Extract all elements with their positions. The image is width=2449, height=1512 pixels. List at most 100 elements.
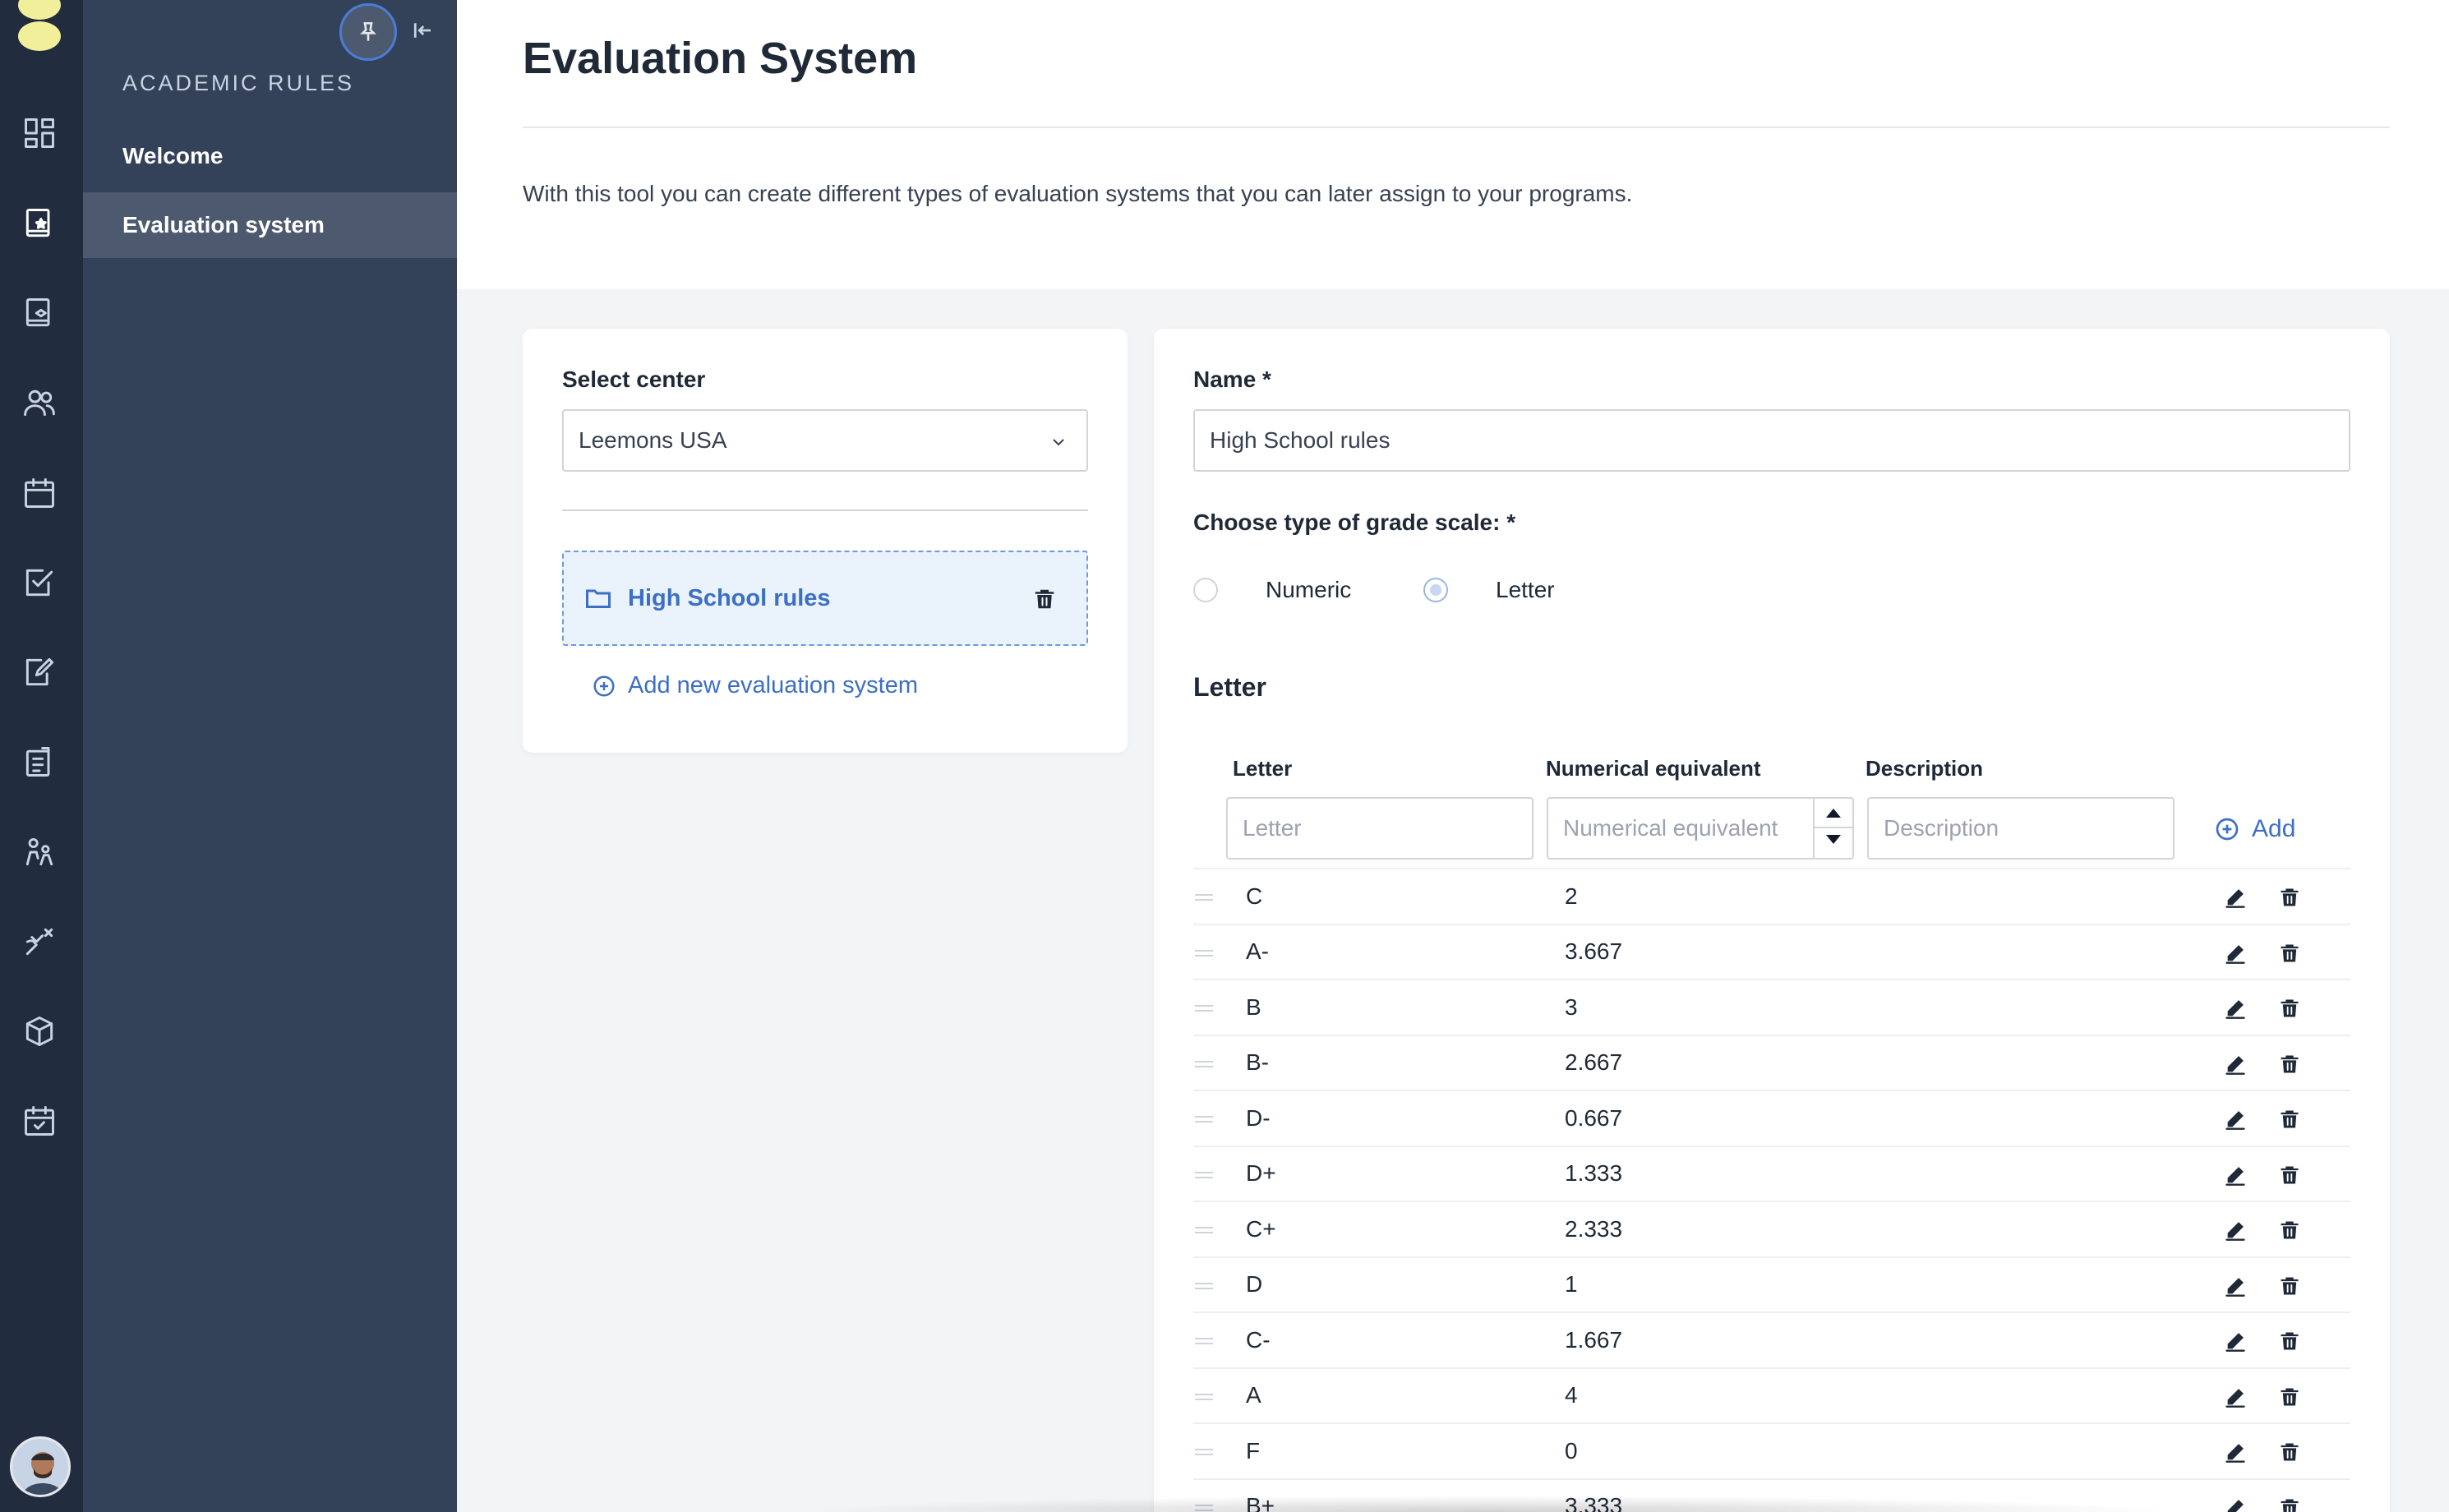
grade-letter: B bbox=[1246, 993, 1261, 1020]
trash-icon[interactable] bbox=[2278, 1108, 2301, 1131]
assignments-icon[interactable] bbox=[18, 651, 61, 694]
stepper-up-icon[interactable] bbox=[1826, 809, 1841, 818]
evaluation-form-card: Name * High School rules Choose type of … bbox=[1154, 329, 2390, 1512]
trash-icon[interactable] bbox=[2278, 886, 2301, 909]
grade-numeric: 2.667 bbox=[1565, 1049, 1623, 1076]
packages-icon[interactable] bbox=[18, 1010, 61, 1053]
edit-icon[interactable] bbox=[2224, 997, 2247, 1020]
calendar-icon[interactable] bbox=[18, 472, 61, 514]
grade-numeric: 3 bbox=[1565, 993, 1578, 1020]
grade-letter: D bbox=[1246, 1271, 1263, 1298]
drag-handle-icon[interactable] bbox=[1195, 1171, 1213, 1178]
radio-letter[interactable]: Letter bbox=[1423, 577, 1555, 603]
grade-letter: B- bbox=[1246, 1049, 1269, 1076]
grade-letter: C+ bbox=[1246, 1215, 1276, 1242]
name-input[interactable]: High School rules bbox=[1193, 409, 2350, 472]
table-row: D+ 1.333 bbox=[1193, 1145, 2350, 1201]
edit-icon[interactable] bbox=[2224, 1275, 2247, 1298]
table-row: C+ 2.333 bbox=[1193, 1201, 2350, 1256]
dashboard-icon[interactable] bbox=[18, 112, 61, 154]
edit-icon[interactable] bbox=[2224, 1330, 2247, 1353]
user-avatar[interactable] bbox=[10, 1436, 71, 1497]
drag-handle-icon[interactable] bbox=[1195, 1060, 1213, 1067]
table-row: A 4 bbox=[1193, 1367, 2350, 1423]
numerical-equivalent-input[interactable]: Numerical equivalent bbox=[1547, 797, 1854, 860]
drag-handle-icon[interactable] bbox=[1195, 1449, 1213, 1455]
edit-icon[interactable] bbox=[2224, 1108, 2247, 1131]
academic-rules-icon[interactable] bbox=[18, 202, 61, 245]
drag-handle-icon[interactable] bbox=[1195, 1338, 1213, 1344]
trash-icon[interactable] bbox=[2278, 1275, 2301, 1298]
grade-numeric: 4 bbox=[1565, 1382, 1578, 1408]
grade-numeric: 3.667 bbox=[1565, 938, 1623, 965]
trash-icon[interactable] bbox=[2278, 1164, 2301, 1187]
edit-icon[interactable] bbox=[2224, 1441, 2247, 1464]
header-divider bbox=[523, 127, 2390, 128]
table-row: C 2 bbox=[1193, 868, 2350, 924]
tasks-icon[interactable] bbox=[18, 561, 61, 604]
edit-icon[interactable] bbox=[2224, 886, 2247, 909]
drag-handle-icon[interactable] bbox=[1195, 1227, 1213, 1233]
edit-icon[interactable] bbox=[2224, 942, 2247, 965]
subnav-item-evaluation-system[interactable]: Evaluation system bbox=[83, 192, 457, 258]
evaluation-system-item[interactable]: High School rules bbox=[562, 551, 1088, 646]
edit-icon[interactable] bbox=[2224, 1219, 2247, 1242]
trash-icon[interactable] bbox=[1032, 587, 1057, 611]
trash-icon[interactable] bbox=[2278, 1385, 2301, 1408]
evaluation-system-name: High School rules bbox=[628, 585, 831, 611]
drag-handle-icon[interactable] bbox=[1195, 1282, 1213, 1289]
radio-numeric[interactable]: Numeric bbox=[1193, 577, 1351, 603]
edit-icon[interactable] bbox=[2224, 1496, 2247, 1512]
trash-icon[interactable] bbox=[2278, 1441, 2301, 1464]
trash-icon[interactable] bbox=[2278, 1330, 2301, 1353]
tools-icon[interactable] bbox=[18, 920, 61, 963]
trash-icon[interactable] bbox=[2278, 997, 2301, 1020]
page-header: Evaluation System With this tool you can… bbox=[457, 0, 2449, 289]
trash-icon[interactable] bbox=[2278, 942, 2301, 965]
grade-numeric: 1.667 bbox=[1565, 1326, 1623, 1353]
page-title: Evaluation System bbox=[523, 34, 918, 83]
folder-icon bbox=[583, 583, 613, 613]
app-logo[interactable] bbox=[18, 0, 61, 51]
edit-icon[interactable] bbox=[2224, 1164, 2247, 1187]
column-header-description: Description bbox=[1866, 756, 1984, 781]
families-icon[interactable] bbox=[18, 831, 61, 874]
drag-handle-icon[interactable] bbox=[1195, 1116, 1213, 1122]
drag-handle-icon[interactable] bbox=[1195, 949, 1213, 957]
collapse-sidebar-button[interactable] bbox=[408, 16, 436, 44]
trash-icon[interactable] bbox=[2278, 1496, 2301, 1512]
table-row: B- 2.667 bbox=[1193, 1034, 2350, 1090]
add-grade-button[interactable]: Add bbox=[2214, 815, 2295, 843]
floating-footer-shadow bbox=[789, 1496, 2186, 1512]
trash-icon[interactable] bbox=[2278, 1219, 2301, 1242]
pin-button[interactable] bbox=[339, 3, 397, 61]
letter-input[interactable]: Letter bbox=[1226, 797, 1534, 860]
icon-rail bbox=[0, 0, 83, 1512]
users-icon[interactable] bbox=[18, 381, 61, 424]
trash-icon[interactable] bbox=[2278, 1053, 2301, 1076]
add-evaluation-system-link[interactable]: Add new evaluation system bbox=[592, 672, 918, 699]
numeric-stepper[interactable] bbox=[1813, 797, 1854, 860]
grade-numeric: 2 bbox=[1565, 883, 1578, 909]
radio-circle bbox=[1423, 578, 1448, 602]
evaluations-icon[interactable] bbox=[18, 740, 61, 783]
drag-handle-icon[interactable] bbox=[1195, 1005, 1213, 1012]
schedule-icon[interactable] bbox=[18, 1099, 61, 1142]
collapse-icon bbox=[413, 23, 431, 38]
grade-numeric: 1 bbox=[1565, 1271, 1578, 1298]
edit-icon[interactable] bbox=[2224, 1385, 2247, 1408]
drag-handle-icon[interactable] bbox=[1195, 894, 1213, 901]
description-input[interactable]: Description bbox=[1867, 797, 2175, 860]
edit-icon[interactable] bbox=[2224, 1053, 2247, 1076]
table-row: F 0 bbox=[1193, 1422, 2350, 1478]
subnav-item-welcome[interactable]: Welcome bbox=[83, 123, 457, 189]
table-row: A- 3.667 bbox=[1193, 923, 2350, 980]
center-select[interactable]: Leemons USA bbox=[562, 409, 1088, 472]
stepper-down-icon[interactable] bbox=[1826, 835, 1841, 844]
grade-letter: D+ bbox=[1246, 1160, 1276, 1187]
drag-handle-icon[interactable] bbox=[1195, 1393, 1213, 1400]
curriculum-icon[interactable] bbox=[18, 292, 61, 334]
grade-letter: F bbox=[1246, 1437, 1261, 1464]
card-divider bbox=[562, 509, 1088, 511]
radio-numeric-label: Numeric bbox=[1266, 577, 1352, 602]
